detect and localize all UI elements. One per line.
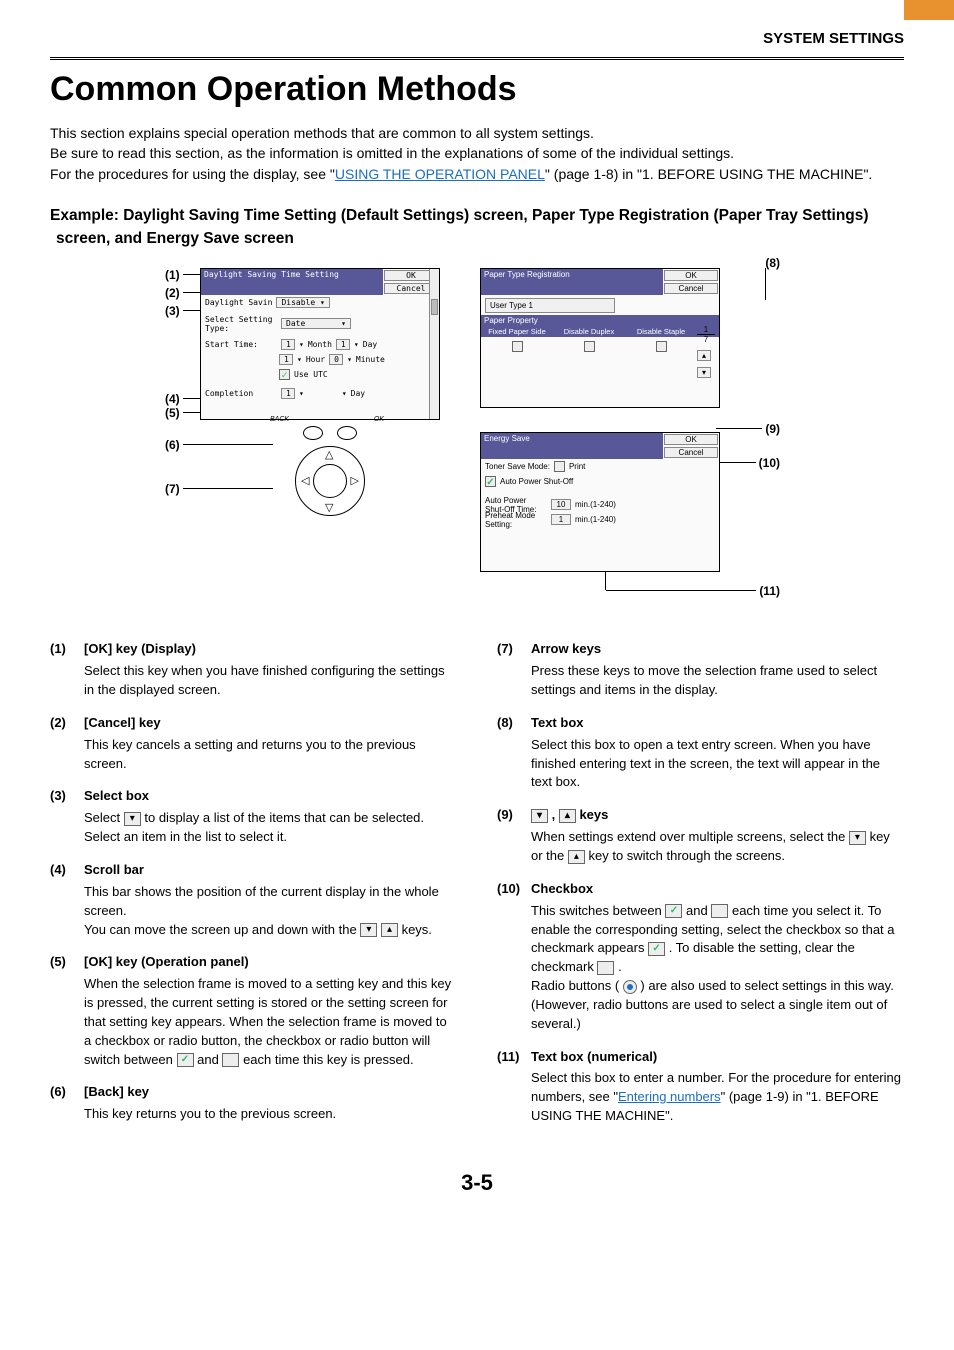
checkbox-off-icon-2 <box>711 904 728 918</box>
item-9: (9) ▾ , ▴ keys When settings extend over… <box>497 806 904 866</box>
preheat-num[interactable]: 1 <box>551 514 571 525</box>
es-cancel-button[interactable]: Cancel <box>664 447 718 458</box>
entering-numbers-link[interactable]: Entering numbers <box>618 1089 721 1104</box>
item-4: (4)Scroll bar This bar shows the positio… <box>50 861 457 939</box>
callout-4: (4) <box>165 392 180 406</box>
page-up-icon: ▴ <box>559 809 576 823</box>
radio-on-icon <box>623 980 637 994</box>
day-num[interactable]: 1 <box>336 339 350 350</box>
example-heading: Example: Daylight Saving Time Setting (D… <box>50 204 904 251</box>
intro-line3b: " (page 1-8) in "1. BEFORE USING THE MAC… <box>545 166 872 182</box>
ok-panel-key[interactable] <box>337 426 357 440</box>
callout-8: (8) <box>765 256 780 270</box>
callout-6: (6) <box>165 438 180 452</box>
physical-keys: BACK OK △ ▽ ◁ ▷ <box>270 426 390 516</box>
back-key[interactable] <box>303 426 323 440</box>
minute-num[interactable]: 0 <box>329 354 343 365</box>
dropdown-icon: ▾ <box>124 812 141 826</box>
operation-panel-link[interactable]: USING THE OPERATION PANEL <box>335 166 545 182</box>
pt-cancel-button[interactable]: Cancel <box>664 283 718 294</box>
explanations: (1)[OK] key (Display) Select this key wh… <box>50 640 904 1140</box>
col-left: (1)[OK] key (Display) Select this key wh… <box>50 640 457 1140</box>
checkbox-on-icon-3 <box>648 942 665 956</box>
diagram-right: (8) (9) (10) (11) Paper Type Registratio… <box>470 264 890 614</box>
diagram-left: (1) (2) (3) (4) (5) (6) (7) Daylight Sav… <box>50 264 450 564</box>
arrow-down-icon[interactable]: ▽ <box>325 501 333 514</box>
divider-top <box>50 57 904 62</box>
arrow-right-icon[interactable]: ▷ <box>351 474 359 487</box>
intro-line1: This section explains special operation … <box>50 125 594 141</box>
checkbox-off-icon-3 <box>597 961 614 975</box>
callout-5: (5) <box>165 406 180 420</box>
page-number: 3-5 <box>50 1170 904 1196</box>
page-up-key[interactable]: ▴ <box>697 350 711 361</box>
item-3: (3)Select box Select ▾ to display a list… <box>50 787 457 847</box>
staple-check[interactable] <box>656 341 667 352</box>
page-down-icon: ▾ <box>531 809 548 823</box>
intro-line2: Be sure to read this section, as the inf… <box>50 145 734 161</box>
item-1: (1)[OK] key (Display) Select this key wh… <box>50 640 457 700</box>
item-2: (2)[Cancel] key This key cancels a setti… <box>50 714 457 774</box>
panel-title: Daylight Saving Time Setting <box>201 269 383 295</box>
user-type-textbox[interactable]: User Type 1 <box>485 298 615 313</box>
paper-type-panel: Paper Type Registration OK Cancel User T… <box>480 268 720 408</box>
scroll-down-icon: ▾ <box>360 923 377 937</box>
callout-2: (2) <box>165 286 180 300</box>
checkbox-off-icon <box>222 1053 239 1067</box>
es-ok-button[interactable]: OK <box>664 434 718 445</box>
energy-title: Energy Save <box>481 433 663 459</box>
item-5: (5)[OK] key (Operation panel) When the s… <box>50 953 457 1069</box>
paper-title: Paper Type Registration <box>481 269 663 295</box>
callout-9: (9) <box>765 422 780 436</box>
callout-11: (11) <box>759 584 780 598</box>
section-header: SYSTEM SETTINGS <box>50 30 904 47</box>
page-down-key[interactable]: ▾ <box>697 367 711 378</box>
energy-save-panel: Energy Save OK Cancel Toner Save Mode: P… <box>480 432 720 572</box>
intro-line3a: For the procedures for using the display… <box>50 166 335 182</box>
item-7: (7)Arrow keys Press these keys to move t… <box>497 640 904 700</box>
intro-text: This section explains special operation … <box>50 123 904 184</box>
hour-num[interactable]: 1 <box>279 354 293 365</box>
page-up-icon-2: ▴ <box>568 850 585 864</box>
row2-select[interactable]: Date▾ <box>281 318 351 329</box>
row4-label: Completion <box>205 389 277 398</box>
scrollbar[interactable] <box>429 269 439 419</box>
auto-off-check[interactable] <box>485 476 496 487</box>
item-11: (11)Text box (numerical) Select this box… <box>497 1048 904 1126</box>
duplex-check[interactable] <box>584 341 595 352</box>
page-title: Common Operation Methods <box>50 70 904 109</box>
prop-header: Paper Property <box>481 315 719 326</box>
row2-label: Select Setting Type: <box>205 315 277 333</box>
page: SYSTEM SETTINGS Common Operation Methods… <box>0 0 954 1350</box>
dpad[interactable]: △ ▽ ◁ ▷ <box>295 446 365 516</box>
callout-10: (10) <box>759 456 780 470</box>
toner-print-check[interactable] <box>554 461 565 472</box>
arrow-up-icon[interactable]: △ <box>325 448 333 461</box>
callout-3: (3) <box>165 304 180 318</box>
auto-off-num[interactable]: 10 <box>551 499 571 510</box>
row3-label: Start Time: <box>205 340 277 349</box>
daylight-panel: Daylight Saving Time Setting OK Cancel D… <box>200 268 440 420</box>
callout-1: (1) <box>165 268 180 282</box>
page-down-icon-2: ▾ <box>849 831 866 845</box>
item-6: (6)[Back] key This key returns you to th… <box>50 1083 457 1124</box>
use-utc-checkbox[interactable] <box>279 369 290 380</box>
arrow-left-icon[interactable]: ◁ <box>301 474 309 487</box>
row1-label: Daylight Savin <box>205 298 272 307</box>
scroll-thumb[interactable] <box>431 299 438 315</box>
col-right: (7)Arrow keys Press these keys to move t… <box>497 640 904 1140</box>
scroll-up-icon: ▴ <box>381 923 398 937</box>
month-num[interactable]: 1 <box>281 339 295 350</box>
checkbox-on-icon-2 <box>665 904 682 918</box>
pt-ok-button[interactable]: OK <box>664 270 718 281</box>
row1-select[interactable]: Disable ▾ <box>276 297 329 308</box>
diagrams-row: (1) (2) (3) (4) (5) (6) (7) Daylight Sav… <box>50 264 904 614</box>
item-8: (8)Text box Select this box to open a te… <box>497 714 904 792</box>
checkbox-on-icon <box>177 1053 194 1067</box>
item-10: (10)Checkbox This switches between and e… <box>497 880 904 1034</box>
fixed-check[interactable] <box>512 341 523 352</box>
callout-7: (7) <box>165 482 180 496</box>
